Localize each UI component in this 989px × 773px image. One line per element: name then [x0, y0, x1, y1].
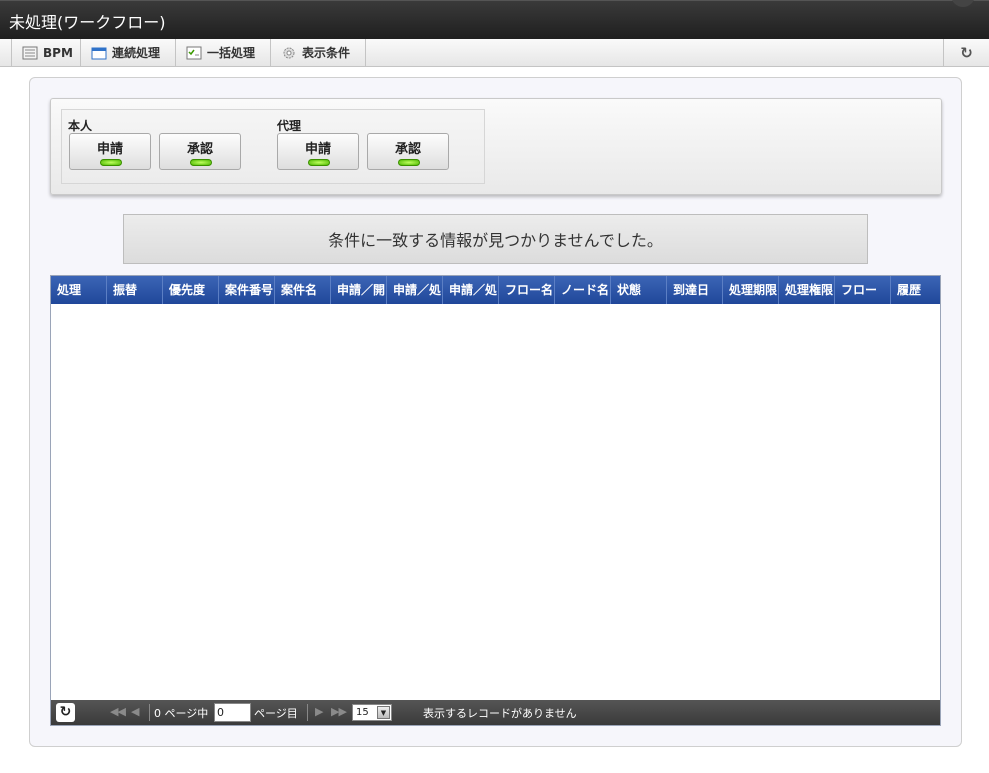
prev-page-icon[interactable]: ◀	[131, 705, 140, 718]
column-header[interactable]: 申請／処	[443, 276, 499, 304]
first-page-icon[interactable]: ◀◀	[110, 705, 126, 718]
checklist-icon	[186, 46, 202, 60]
self-approve-button[interactable]: 承認	[159, 133, 241, 170]
proxy-approve-button[interactable]: 承認	[367, 133, 449, 170]
tab-continuous-processing[interactable]: 連続処理	[81, 39, 176, 66]
chevron-down-icon: ▼	[377, 706, 390, 719]
refresh-button[interactable]: ↻	[943, 39, 989, 66]
column-header[interactable]: 案件名	[275, 276, 331, 304]
column-header[interactable]: 申請／処	[387, 276, 443, 304]
window-titlebar: 未処理(ワークフロー)	[0, 0, 989, 39]
page-size-select[interactable]: 15 ▼	[352, 704, 392, 721]
last-page-icon[interactable]: ▶▶	[331, 705, 347, 718]
self-apply-button[interactable]: 申請	[69, 133, 151, 170]
pager: ↻ ◀◀ ◀ 0 ページ中 0 ページ目 ▶ ▶▶ 15 ▼ 表示するレコードが…	[51, 700, 940, 725]
page-number-input[interactable]: 0	[214, 703, 251, 722]
toolbar: BPM 連続処理 一括処理 表示条件 ↻	[0, 39, 989, 67]
column-header[interactable]: 処理権限	[779, 276, 835, 304]
window-icon	[91, 46, 107, 60]
tab-display-conditions[interactable]: 表示条件	[271, 39, 366, 66]
column-header[interactable]: 履歴	[891, 276, 940, 304]
grid-header: 処理 振替 優先度 案件番号 案件名 申請／開 申請／処 申請／処 フロー名 ノ…	[51, 276, 940, 304]
pager-reload-button[interactable]: ↻	[56, 703, 75, 722]
column-header[interactable]: 処理期限	[723, 276, 779, 304]
group-label-self: 本人	[68, 119, 93, 133]
button-label: 申請	[304, 142, 331, 157]
page-suffix-label: ページ目	[254, 707, 298, 720]
column-header[interactable]: 処理	[51, 276, 107, 304]
gear-icon	[281, 46, 297, 60]
status-led-icon	[100, 159, 122, 166]
column-header[interactable]: 案件番号	[219, 276, 275, 304]
page-count-label: 0 ページ中	[154, 707, 209, 720]
column-header[interactable]: ノード名	[555, 276, 611, 304]
proxy-apply-button[interactable]: 申請	[277, 133, 359, 170]
button-label: 申請	[96, 142, 123, 157]
page-size-value: 15	[356, 707, 369, 718]
status-led-icon	[398, 159, 420, 166]
button-label: 承認	[394, 142, 421, 157]
button-label: 承認	[186, 142, 213, 157]
tab-label: BPM	[43, 45, 73, 60]
column-header[interactable]: フロー名	[499, 276, 555, 304]
no-results-message: 条件に一致する情報が見つかりませんでした。	[123, 214, 868, 264]
group-label-proxy: 代理	[277, 119, 302, 133]
results-grid: 処理 振替 優先度 案件番号 案件名 申請／開 申請／処 申請／処 フロー名 ノ…	[50, 275, 941, 726]
column-header[interactable]: 状態	[611, 276, 667, 304]
tab-label: 連続処理	[112, 46, 161, 60]
list-icon	[22, 46, 38, 60]
column-header[interactable]: 優先度	[163, 276, 219, 304]
pager-separator	[149, 704, 150, 721]
status-led-icon	[308, 159, 330, 166]
column-header[interactable]: 振替	[107, 276, 163, 304]
window-title: 未処理(ワークフロー)	[9, 13, 166, 32]
column-header[interactable]: 申請／開	[331, 276, 387, 304]
window-corner-button[interactable]	[951, 0, 975, 7]
tab-bpm[interactable]: BPM	[11, 39, 81, 66]
column-header[interactable]: 到達日	[667, 276, 723, 304]
pager-separator	[307, 704, 308, 721]
refresh-icon: ↻	[960, 43, 973, 62]
tab-label: 一括処理	[207, 46, 256, 60]
pager-status: 表示するレコードがありません	[423, 707, 577, 720]
status-led-icon	[190, 159, 212, 166]
column-header[interactable]: フロー	[835, 276, 891, 304]
tab-batch-processing[interactable]: 一括処理	[176, 39, 271, 66]
refresh-icon: ↻	[59, 704, 72, 720]
tab-label: 表示条件	[302, 46, 351, 60]
next-page-icon[interactable]: ▶	[315, 705, 324, 718]
